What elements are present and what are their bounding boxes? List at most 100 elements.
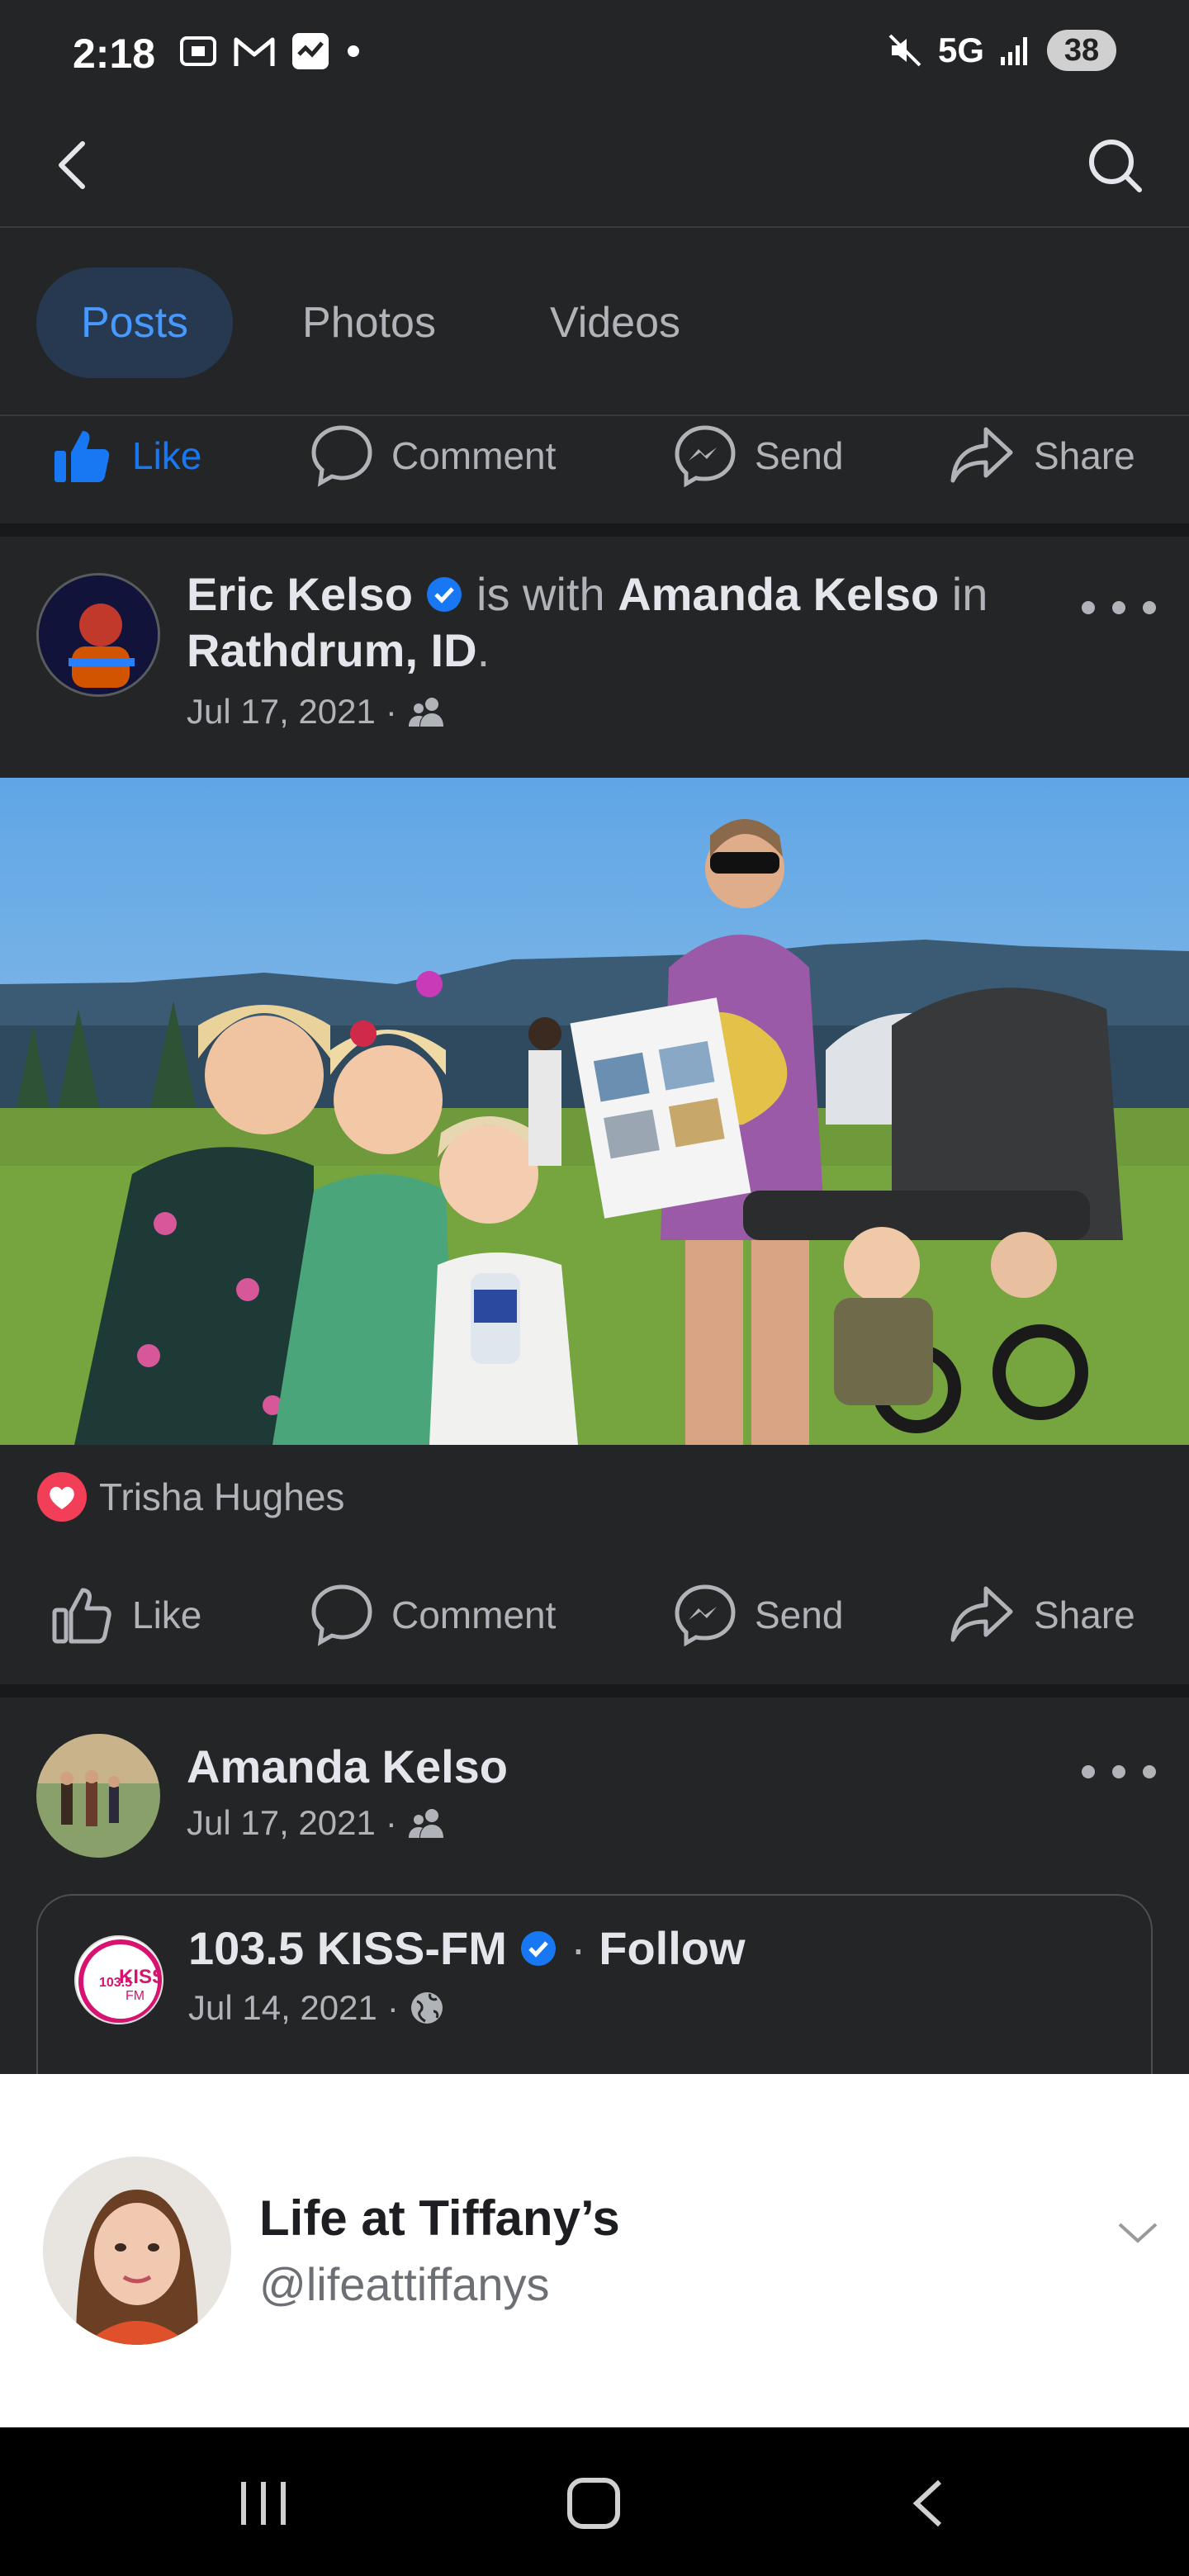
author-name[interactable]: Eric Kelso [187,568,413,620]
share-label: Share [1034,1593,1135,1636]
search-icon [1089,140,1142,192]
comment-label: Comment [391,1593,557,1636]
back-arrow-icon [59,141,85,189]
location[interactable]: Rathdrum, ID [187,624,477,676]
shared-post-meta: Jul 14, 2021 · [188,1988,445,2028]
globe-icon [410,1992,443,2024]
screenshot-icon [180,36,216,66]
post-meta: Jul 17, 2021 · [187,692,447,732]
avatar[interactable] [36,1734,160,1858]
previous-post-actions: Like Comment Send Share [0,405,1189,507]
tab-videos[interactable]: Videos [512,268,718,378]
post-actions: Like Comment Send Share [0,1564,1189,1666]
tab-photos[interactable]: Photos [268,268,471,378]
tab-posts[interactable]: Posts [36,268,233,378]
dot-icon [348,45,359,57]
period: . [476,624,490,676]
post-author-line: Eric Kelso is with Amanda Kelso in Rathd… [187,566,1078,679]
post-date[interactable]: Jul 17, 2021 [187,1803,376,1843]
share-icon [950,427,1013,483]
home-icon[interactable] [565,2477,624,2530]
comment-icon [311,425,372,487]
page-logo[interactable]: 103.5 KISS FM [74,1935,163,2024]
more-options-icon[interactable] [1082,1755,1156,1788]
thumbs-up-icon [52,1588,111,1644]
search-button[interactable] [1082,132,1148,198]
post-separator [0,1684,1189,1698]
page-name[interactable]: 103.5 KISS-FM [188,1922,507,1974]
shared-page-line: 103.5 KISS-FM · Follow [188,1920,1080,1977]
like-button[interactable]: Like [51,1584,201,1646]
messenger-icon [675,1584,736,1646]
profile-tabs: Posts Photos Videos [0,230,1189,416]
notification-icons [178,31,362,71]
avatar[interactable] [36,573,160,697]
share-button[interactable]: Share [950,424,1135,487]
avatar-image [43,2157,231,2345]
send-label: Send [755,1593,844,1636]
post-author-line: Amanda Kelso [187,1739,1078,1795]
post-header-amanda-kelso: Amanda Kelso Jul 17, 2021 · [0,1698,1189,1887]
profile-avatar[interactable] [43,2157,231,2345]
send-button[interactable]: Send [674,424,843,487]
friends-audience-icon [408,698,443,727]
like-button[interactable]: Like [51,424,201,487]
comment-button[interactable]: Comment [310,1584,556,1646]
mute-icon [888,34,921,67]
system-icons: 5G 38 [887,30,1116,71]
like-label: Like [132,1593,202,1636]
like-label: Like [132,434,202,477]
gmail-icon [234,37,275,66]
avatar-image [39,575,158,694]
shared-post-card[interactable]: 103.5 KISS FM 103.5 KISS-FM · Follow Jul… [36,1894,1153,2076]
signal-icon [1001,37,1027,65]
with-text: is with [476,568,605,620]
shared-post-date[interactable]: Jul 14, 2021 [188,1988,377,2028]
meta-separator: · [385,1803,397,1842]
follow-button[interactable]: Follow [599,1922,745,1974]
post-separator [0,523,1189,537]
meta-separator: · [386,1988,399,2027]
thumbs-up-filled-icon [54,431,110,482]
top-bar [0,107,1189,228]
svg-text:FM: FM [126,1989,144,2003]
love-reaction-icon [37,1472,87,1522]
post-header-eric-kelso: Eric Kelso is with Amanda Kelso in Rathd… [0,537,1189,778]
system-back-icon[interactable] [908,2477,950,2530]
network-type: 5G [937,31,984,69]
kiss-fm-logo-icon: 103.5 KISS FM [78,1939,163,2023]
meta-separator: · [571,1922,586,1974]
share-label: Share [1034,434,1135,477]
svg-text:KISS: KISS [119,1966,163,1988]
comment-icon [311,1584,372,1646]
recent-apps-icon[interactable] [234,2479,292,2528]
send-label: Send [755,434,844,477]
verified-badge-icon [521,1931,557,1966]
more-options-icon[interactable] [1082,591,1156,624]
tagged-person[interactable]: Amanda Kelso [618,568,939,620]
in-text: in [951,568,988,620]
comment-label: Comment [391,434,557,477]
share-button[interactable]: Share [950,1584,1135,1646]
send-button[interactable]: Send [674,1584,843,1646]
author-name[interactable]: Amanda Kelso [187,1740,508,1792]
status-time: 2:18 [73,31,156,77]
post-photo[interactable] [0,778,1189,1445]
share-icon [950,1586,1013,1642]
avatar-image [36,1734,160,1858]
comment-button[interactable]: Comment [310,424,556,487]
post-date[interactable]: Jul 17, 2021 [187,692,376,732]
back-button[interactable] [45,132,111,198]
chevron-down-icon[interactable] [1115,2216,1161,2249]
reaction-summary[interactable]: Trisha Hughes [36,1471,344,1522]
meta-separator: · [385,692,397,731]
friends-audience-icon [408,1809,443,1838]
check-app-icon [292,33,329,69]
account-handle: @lifeattiffanys [259,2258,550,2310]
status-bar: 2:18 5G 38 [0,0,1189,107]
promoted-banner[interactable]: Life at Tiffany’s @lifeattiffanys [0,2074,1189,2427]
post-meta: Jul 17, 2021 · [187,1803,447,1843]
account-name[interactable]: Life at Tiffany’s [259,2190,620,2247]
messenger-icon [675,425,736,487]
photo-image [0,778,1189,1445]
